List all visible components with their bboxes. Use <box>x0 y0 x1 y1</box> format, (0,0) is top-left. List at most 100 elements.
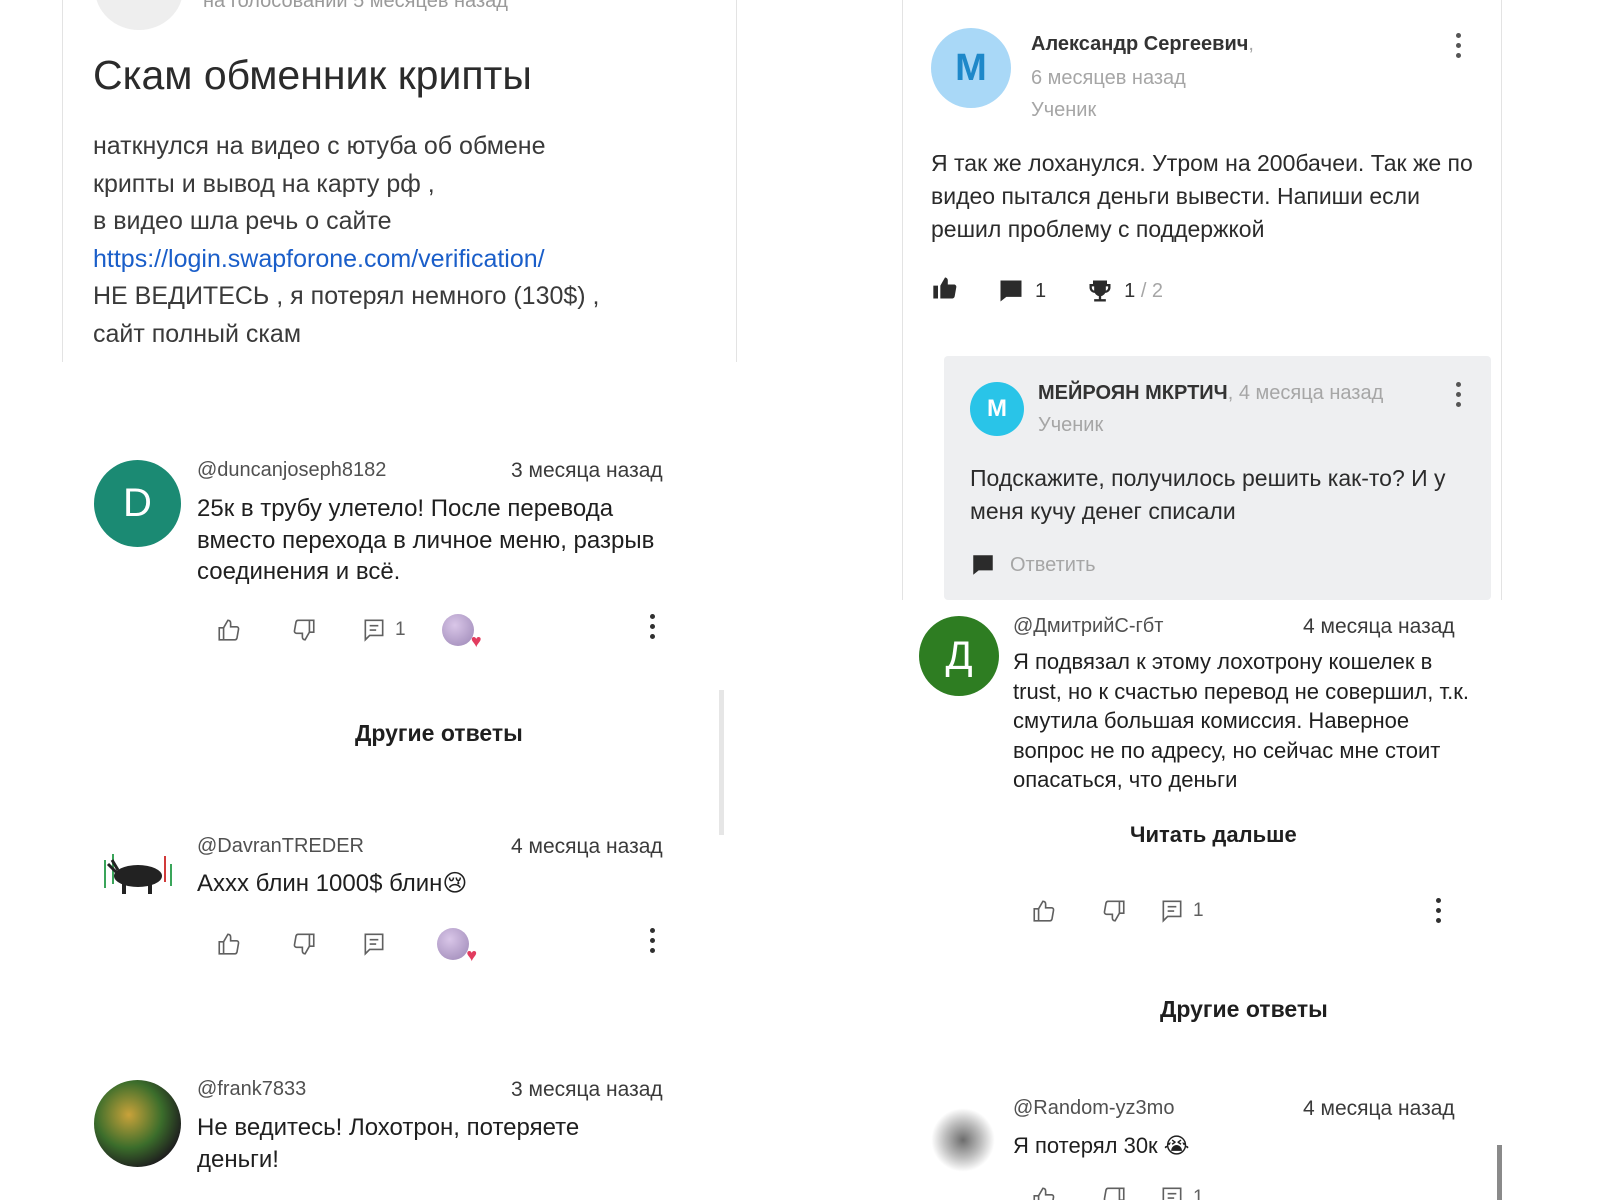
avatar-letter: D <box>123 481 152 525</box>
reply-answer-button[interactable]: Ответить <box>970 552 1096 578</box>
comment-icon <box>364 619 384 642</box>
reply-time: , 4 месяца назад <box>1227 382 1384 404</box>
more-options-icon[interactable] <box>1433 898 1443 923</box>
comment-text: Я потерял 30к 😭 <box>1013 1133 1190 1158</box>
comment-actions <box>216 926 477 966</box>
thumbs-down-icon <box>293 933 315 955</box>
reply-text: Подскажите, получилось решить как-то? И … <box>970 465 1446 524</box>
comment-time: 3 месяца назад <box>511 1078 663 1101</box>
question-link[interactable]: https://login.swapforone.com/verificatio… <box>93 241 693 279</box>
creator-heart-avatar <box>441 614 482 652</box>
question-body-line: сайт полный скам <box>93 319 302 348</box>
comment-time: 4 месяца назад <box>511 835 663 858</box>
comment-icon <box>973 555 993 575</box>
answer-comment-count: 1 <box>1035 279 1047 302</box>
comment-actions: 1 <box>1031 893 1204 929</box>
bull-icon <box>104 854 172 894</box>
author-avatar[interactable] <box>95 0 183 30</box>
reply-button[interactable] <box>361 931 387 957</box>
comment-actions: 1 <box>1031 1180 1204 1200</box>
reply-button[interactable]: 1 <box>1159 1185 1204 1200</box>
reply-rank: Ученик <box>1038 414 1104 436</box>
question-body-line: крипты и вывод на карту рф , <box>93 169 435 198</box>
question-card: на голосовании 5 месяцев назад Скам обме… <box>62 0 737 362</box>
avatar-letter: M <box>955 46 987 89</box>
answer-actions: 1 1 / 2 <box>931 274 1163 308</box>
commenter-avatar[interactable] <box>931 1108 995 1172</box>
avatar-letter: Д <box>945 633 973 678</box>
thumbs-up-icon <box>1033 1187 1055 1200</box>
commenter-avatar[interactable] <box>98 850 178 898</box>
answer-author-name: Александр Сергеевич <box>1031 33 1249 55</box>
thumbs-down-icon <box>1103 1187 1125 1200</box>
reply-button[interactable]: 1 <box>361 617 406 643</box>
comment-username[interactable]: @Random-yz3mo <box>1013 1097 1174 1120</box>
answer-text: Я так же лоханулся. Утром на 200бачеи. Т… <box>931 150 1473 242</box>
answer-avatar[interactable]: M <box>931 28 1011 108</box>
dislike-button[interactable] <box>1101 1185 1127 1200</box>
comment-time: 4 месяца назад <box>1303 1097 1455 1120</box>
comment-icon <box>1162 900 1182 923</box>
dislike-button[interactable] <box>291 617 317 643</box>
comment-text: 25к в трубу улетело! После перевода вмес… <box>197 495 655 585</box>
answer-rank: Ученик <box>1031 99 1097 121</box>
comment-username[interactable]: @duncanjoseph8182 <box>197 459 386 482</box>
like-button[interactable] <box>216 931 242 957</box>
thumbs-up-icon <box>933 277 957 299</box>
thumbs-up-icon <box>1033 900 1055 922</box>
question-body-line: в видео шла речь о сайте <box>93 207 392 235</box>
name-comma: , <box>1248 33 1254 55</box>
thumbs-up-icon <box>218 933 240 955</box>
reply-count: 1 <box>1193 1187 1204 1200</box>
comment-username[interactable]: @frank7833 <box>197 1078 306 1101</box>
other-replies-button[interactable]: Другие ответы <box>355 720 523 747</box>
avatar-letter: М <box>987 395 1007 422</box>
other-replies-button[interactable]: Другие ответы <box>1160 996 1328 1023</box>
comment-text: Ахxx блин 1000$ блин😢 <box>197 870 468 897</box>
creator-heart-avatar <box>437 928 477 966</box>
reply-button[interactable]: 1 <box>1159 898 1204 924</box>
more-options-icon[interactable] <box>647 928 657 953</box>
comment-text: Я подвязал к этому лохотрону кошелек в t… <box>1013 649 1469 792</box>
reply-count: 1 <box>395 619 406 640</box>
reply-author[interactable]: МЕЙРОЯН МКРТИЧ, 4 месяца назад <box>1038 382 1383 405</box>
thumbs-up-icon <box>218 619 240 641</box>
scrollbar[interactable] <box>1497 1145 1502 1200</box>
answer-like-button[interactable] <box>931 274 959 308</box>
answer-comments-button[interactable]: 1 <box>997 277 1046 305</box>
comment-username[interactable]: @ДмитрийС-гбт <box>1013 615 1163 638</box>
dislike-button[interactable] <box>1101 898 1127 924</box>
trophy-icon <box>1089 280 1111 302</box>
scrollbar[interactable] <box>719 690 724 835</box>
read-more-button[interactable]: Читать дальше <box>1130 822 1297 848</box>
like-button[interactable] <box>1031 898 1057 924</box>
comment-icon <box>364 933 384 956</box>
comment-icon <box>1162 1187 1182 1200</box>
more-options-icon[interactable] <box>647 614 657 639</box>
trophy-votes: 1 <box>1124 279 1136 302</box>
like-button[interactable] <box>216 617 242 643</box>
trophy-total: / 2 <box>1140 279 1164 302</box>
reply-count: 1 <box>1193 900 1204 921</box>
thumbs-down-icon <box>1103 900 1125 922</box>
thumbs-down-icon <box>293 619 315 641</box>
answer-time: 6 месяцев назад <box>1031 67 1186 89</box>
reply-more-icon[interactable] <box>1453 382 1463 407</box>
question-body: наткнулся на видео с ютуба об обмене кри… <box>93 128 693 353</box>
dislike-button[interactable] <box>291 931 317 957</box>
comment-time: 4 месяца назад <box>1303 615 1455 638</box>
reply-avatar[interactable]: М <box>970 382 1024 436</box>
reply-answer-label: Ответить <box>1010 553 1096 576</box>
reply-author-name: МЕЙРОЯН МКРТИЧ <box>1038 382 1228 404</box>
comment-username[interactable]: @DavranTREDER <box>197 835 364 858</box>
commenter-avatar[interactable]: Д <box>919 616 999 696</box>
like-button[interactable] <box>1031 1185 1057 1200</box>
answer-vote-button[interactable]: 1 / 2 <box>1086 277 1163 305</box>
commenter-avatar[interactable] <box>94 1080 181 1167</box>
commenter-avatar[interactable]: D <box>94 460 181 547</box>
comment-time: 3 месяца назад <box>511 459 663 482</box>
question-title: Скам обменник крипты <box>93 52 532 98</box>
comment-icon <box>1000 280 1022 302</box>
answer-more-icon[interactable] <box>1453 33 1463 58</box>
answer-author[interactable]: Александр Сергеевич, <box>1031 33 1254 56</box>
